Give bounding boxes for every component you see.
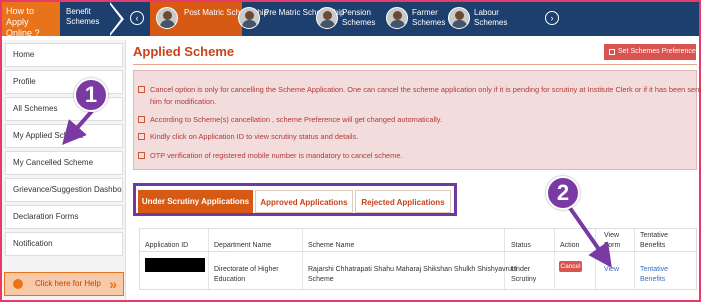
annotation-arrow-2: [568, 206, 612, 268]
annotation-arrow-1: [62, 109, 94, 146]
callout-badge-1: 1: [74, 78, 108, 112]
callout-badge-2: 2: [546, 176, 580, 210]
annotation-arrows: [62, 109, 612, 268]
